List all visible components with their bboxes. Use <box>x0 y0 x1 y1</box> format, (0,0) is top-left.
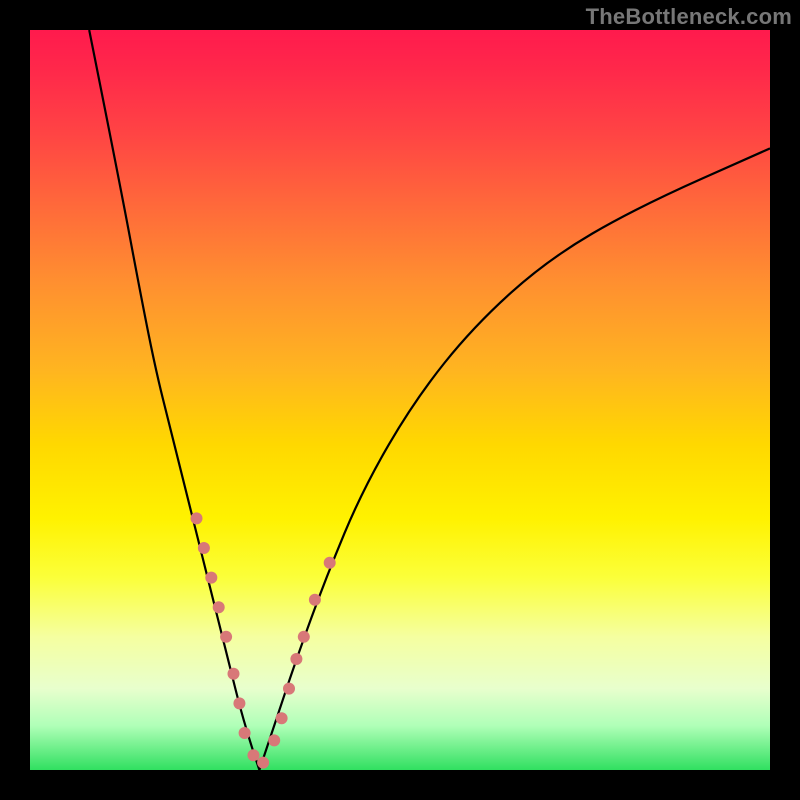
data-dot <box>247 749 259 761</box>
data-dot <box>239 727 251 739</box>
data-dot <box>228 668 240 680</box>
data-dots <box>191 512 336 768</box>
data-dot <box>205 572 217 584</box>
chart-svg <box>30 30 770 770</box>
curve-right <box>259 148 770 770</box>
data-dot <box>290 653 302 665</box>
data-dot <box>324 557 336 569</box>
data-dot <box>257 757 269 769</box>
curve-left <box>89 30 259 770</box>
data-dot <box>276 712 288 724</box>
plot-area <box>30 30 770 770</box>
data-dot <box>233 697 245 709</box>
data-dot <box>191 512 203 524</box>
data-dot <box>213 601 225 613</box>
watermark-text: TheBottleneck.com <box>586 4 792 30</box>
data-dot <box>309 594 321 606</box>
data-dot <box>198 542 210 554</box>
data-dot <box>298 631 310 643</box>
data-dot <box>283 683 295 695</box>
data-dot <box>268 734 280 746</box>
chart-frame: TheBottleneck.com <box>0 0 800 800</box>
data-dot <box>220 631 232 643</box>
